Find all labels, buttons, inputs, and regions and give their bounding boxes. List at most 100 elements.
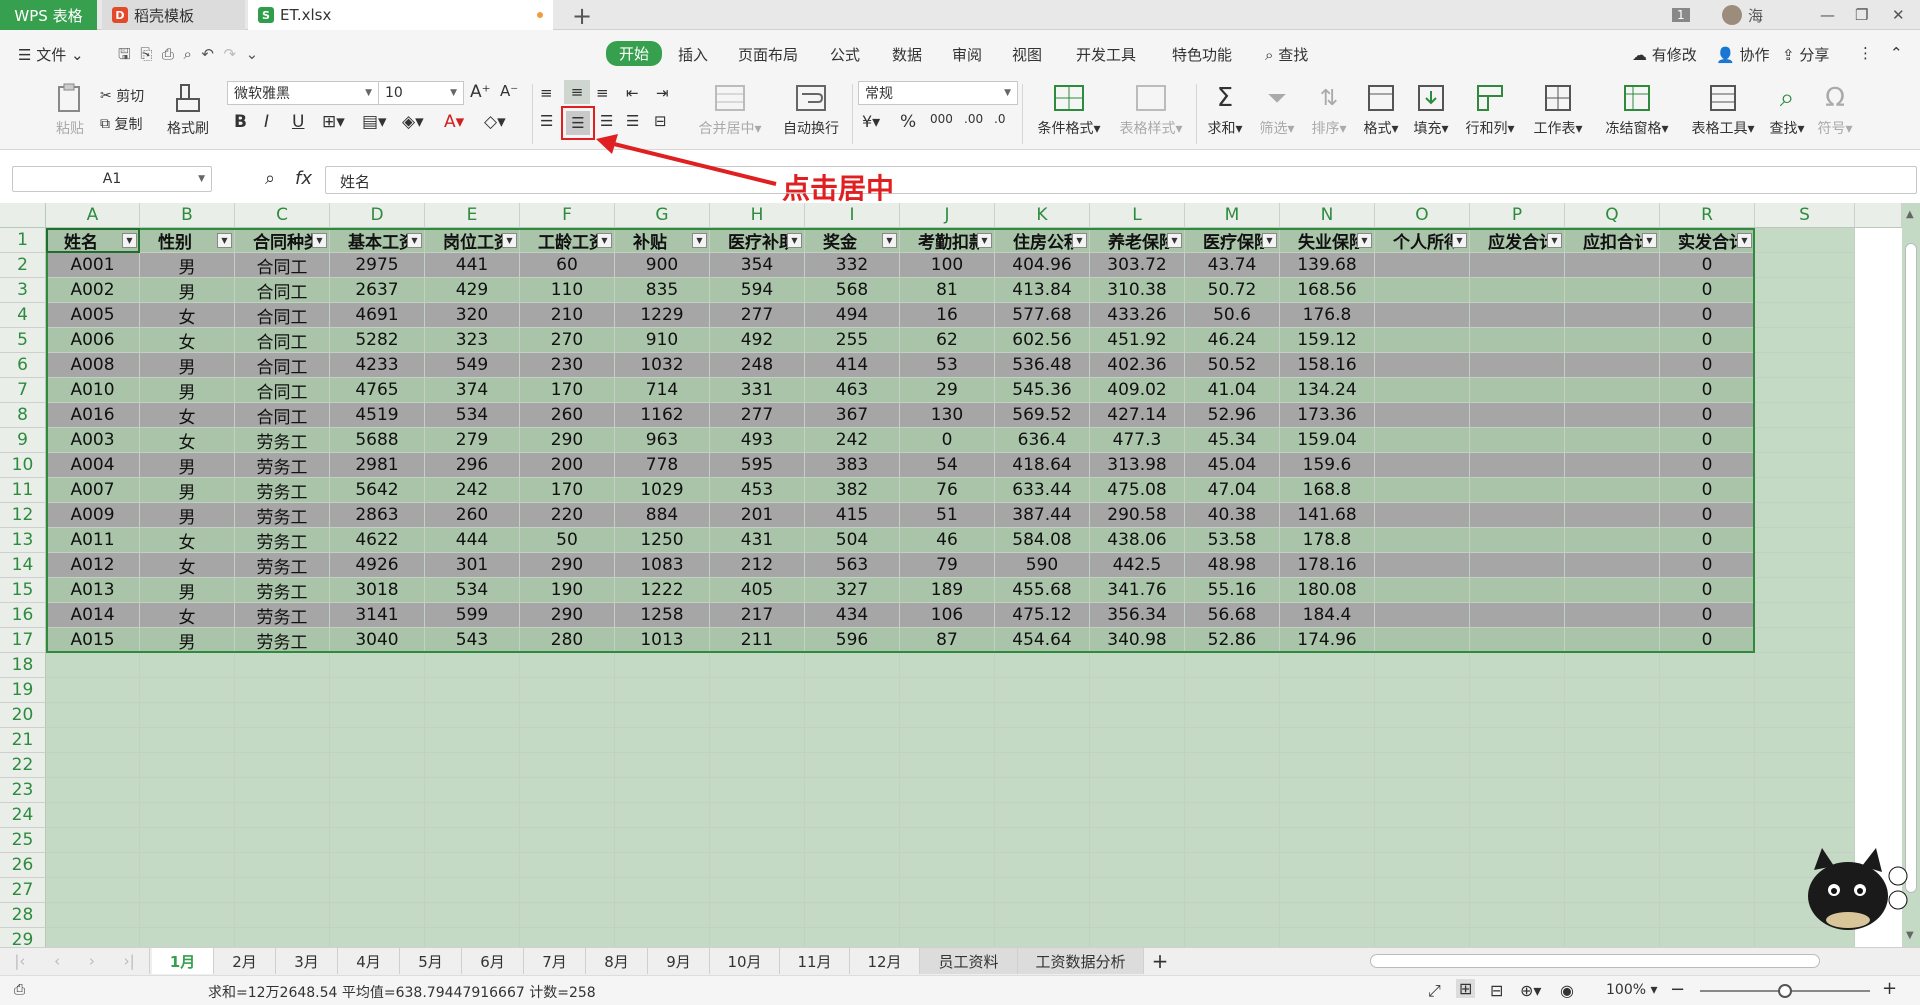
sheet-tab[interactable]: 5月 — [400, 948, 462, 974]
cell[interactable] — [1375, 453, 1470, 478]
cell[interactable]: 280 — [520, 628, 615, 653]
cell[interactable] — [615, 653, 710, 678]
cell[interactable] — [1185, 803, 1280, 828]
cell[interactable]: 201 — [710, 503, 805, 528]
number-format-select[interactable]: 常规 ▼ — [858, 81, 1018, 105]
cell[interactable]: 62 — [900, 328, 995, 353]
cell[interactable] — [235, 653, 330, 678]
cell[interactable]: 男 — [140, 353, 235, 378]
cell[interactable] — [995, 803, 1090, 828]
cell[interactable]: 50.6 — [1185, 303, 1280, 328]
cell[interactable] — [1755, 578, 1855, 603]
spreadsheet-grid[interactable]: ABCDEFGHIJKLMNOPQRS1姓名▼性别▼合同种类▼基本工资▼岗位工资… — [0, 203, 1920, 947]
table-header-cell[interactable]: 工龄工资▼ — [520, 228, 615, 253]
cell[interactable] — [1090, 753, 1185, 778]
cell[interactable] — [1185, 903, 1280, 928]
table-header-cell[interactable]: 失业保险▼ — [1280, 228, 1375, 253]
table-header-cell[interactable]: 养老保险▼ — [1090, 228, 1185, 253]
cell[interactable]: 415 — [805, 503, 900, 528]
cell[interactable]: 合同工 — [235, 303, 330, 328]
filter-dropdown-icon[interactable]: ▼ — [977, 233, 992, 248]
cell[interactable] — [1755, 328, 1855, 353]
fx-icon[interactable]: fx — [295, 168, 312, 189]
symbol-button[interactable]: Ω 符号▾ — [1810, 82, 1860, 138]
cell[interactable]: 53.58 — [1185, 528, 1280, 553]
cell[interactable] — [1470, 753, 1565, 778]
zoom-formula-icon[interactable]: ⌕ — [265, 168, 275, 189]
cell[interactable]: 270 — [520, 328, 615, 353]
cell[interactable]: A006 — [46, 328, 140, 353]
cell[interactable] — [1090, 678, 1185, 703]
cell[interactable] — [1280, 828, 1375, 853]
name-box[interactable]: A1 ▼ — [12, 166, 212, 192]
cell[interactable]: 0 — [1660, 503, 1755, 528]
cell[interactable]: 158.16 — [1280, 353, 1375, 378]
cell[interactable] — [1375, 878, 1470, 903]
cell[interactable] — [520, 703, 615, 728]
cell[interactable] — [330, 903, 425, 928]
cell[interactable] — [1470, 703, 1565, 728]
cell[interactable] — [140, 778, 235, 803]
paste-button[interactable]: 粘贴 — [40, 82, 100, 138]
cell[interactable] — [615, 728, 710, 753]
underline-icon[interactable]: U — [292, 112, 304, 132]
cell[interactable] — [1565, 803, 1660, 828]
cell[interactable] — [1660, 803, 1755, 828]
cell[interactable]: 男 — [140, 253, 235, 278]
cell[interactable]: 178.8 — [1280, 528, 1375, 553]
cell[interactable] — [1280, 703, 1375, 728]
column-header[interactable]: F — [520, 203, 615, 228]
cell[interactable] — [1565, 728, 1660, 753]
cell[interactable] — [1470, 728, 1565, 753]
cell[interactable]: 536.48 — [995, 353, 1090, 378]
cell[interactable]: 48.98 — [1185, 553, 1280, 578]
copy-button[interactable]: ⧉ 复制 — [100, 114, 142, 134]
print-icon[interactable]: ⎙ — [162, 45, 174, 63]
cell[interactable]: A008 — [46, 353, 140, 378]
cell[interactable] — [615, 903, 710, 928]
cell[interactable]: 405 — [710, 578, 805, 603]
cell[interactable]: 778 — [615, 453, 710, 478]
sheet-tab[interactable]: 9月 — [648, 948, 710, 974]
cell[interactable]: 492 — [710, 328, 805, 353]
cell[interactable] — [1755, 353, 1855, 378]
cell[interactable]: 男 — [140, 278, 235, 303]
cell[interactable] — [520, 778, 615, 803]
table-header-cell[interactable]: 考勤扣款▼ — [900, 228, 995, 253]
cell[interactable] — [46, 803, 140, 828]
cell[interactable] — [995, 753, 1090, 778]
cell[interactable] — [1565, 828, 1660, 853]
sort-button[interactable]: ⇅ 排序▾ — [1304, 82, 1354, 138]
cell[interactable] — [1470, 603, 1565, 628]
cell[interactable] — [1090, 828, 1185, 853]
cell[interactable] — [1565, 628, 1660, 653]
cell[interactable]: 599 — [425, 603, 520, 628]
filter-dropdown-icon[interactable]: ▼ — [407, 233, 422, 248]
cell[interactable] — [1470, 428, 1565, 453]
cell[interactable] — [1755, 478, 1855, 503]
tab-docer-templates[interactable]: D 稻壳模板 — [102, 0, 245, 30]
cell[interactable]: 910 — [615, 328, 710, 353]
cell[interactable] — [425, 728, 520, 753]
cell[interactable]: 劳务工 — [235, 478, 330, 503]
filter-dropdown-icon[interactable]: ▼ — [502, 233, 517, 248]
column-header[interactable]: H — [710, 203, 805, 228]
cell[interactable] — [330, 703, 425, 728]
cell[interactable]: 296 — [425, 453, 520, 478]
cell[interactable] — [1565, 603, 1660, 628]
cell[interactable] — [1470, 478, 1565, 503]
column-header[interactable]: A — [46, 203, 140, 228]
conditional-format-button[interactable]: 条件格式▾ — [1030, 82, 1108, 138]
column-header[interactable]: R — [1660, 203, 1755, 228]
cell[interactable]: 0 — [1660, 253, 1755, 278]
cell[interactable] — [1565, 753, 1660, 778]
freeze-panes-button[interactable]: 冻结窗格▾ — [1598, 82, 1676, 138]
cell[interactable]: 0 — [1660, 528, 1755, 553]
cell[interactable] — [900, 928, 995, 947]
cell[interactable] — [425, 853, 520, 878]
tab-et-xlsx[interactable]: S ET.xlsx — [248, 0, 553, 30]
cell[interactable] — [425, 753, 520, 778]
cell[interactable]: 313.98 — [1090, 453, 1185, 478]
cell[interactable] — [710, 828, 805, 853]
cell[interactable] — [1185, 678, 1280, 703]
